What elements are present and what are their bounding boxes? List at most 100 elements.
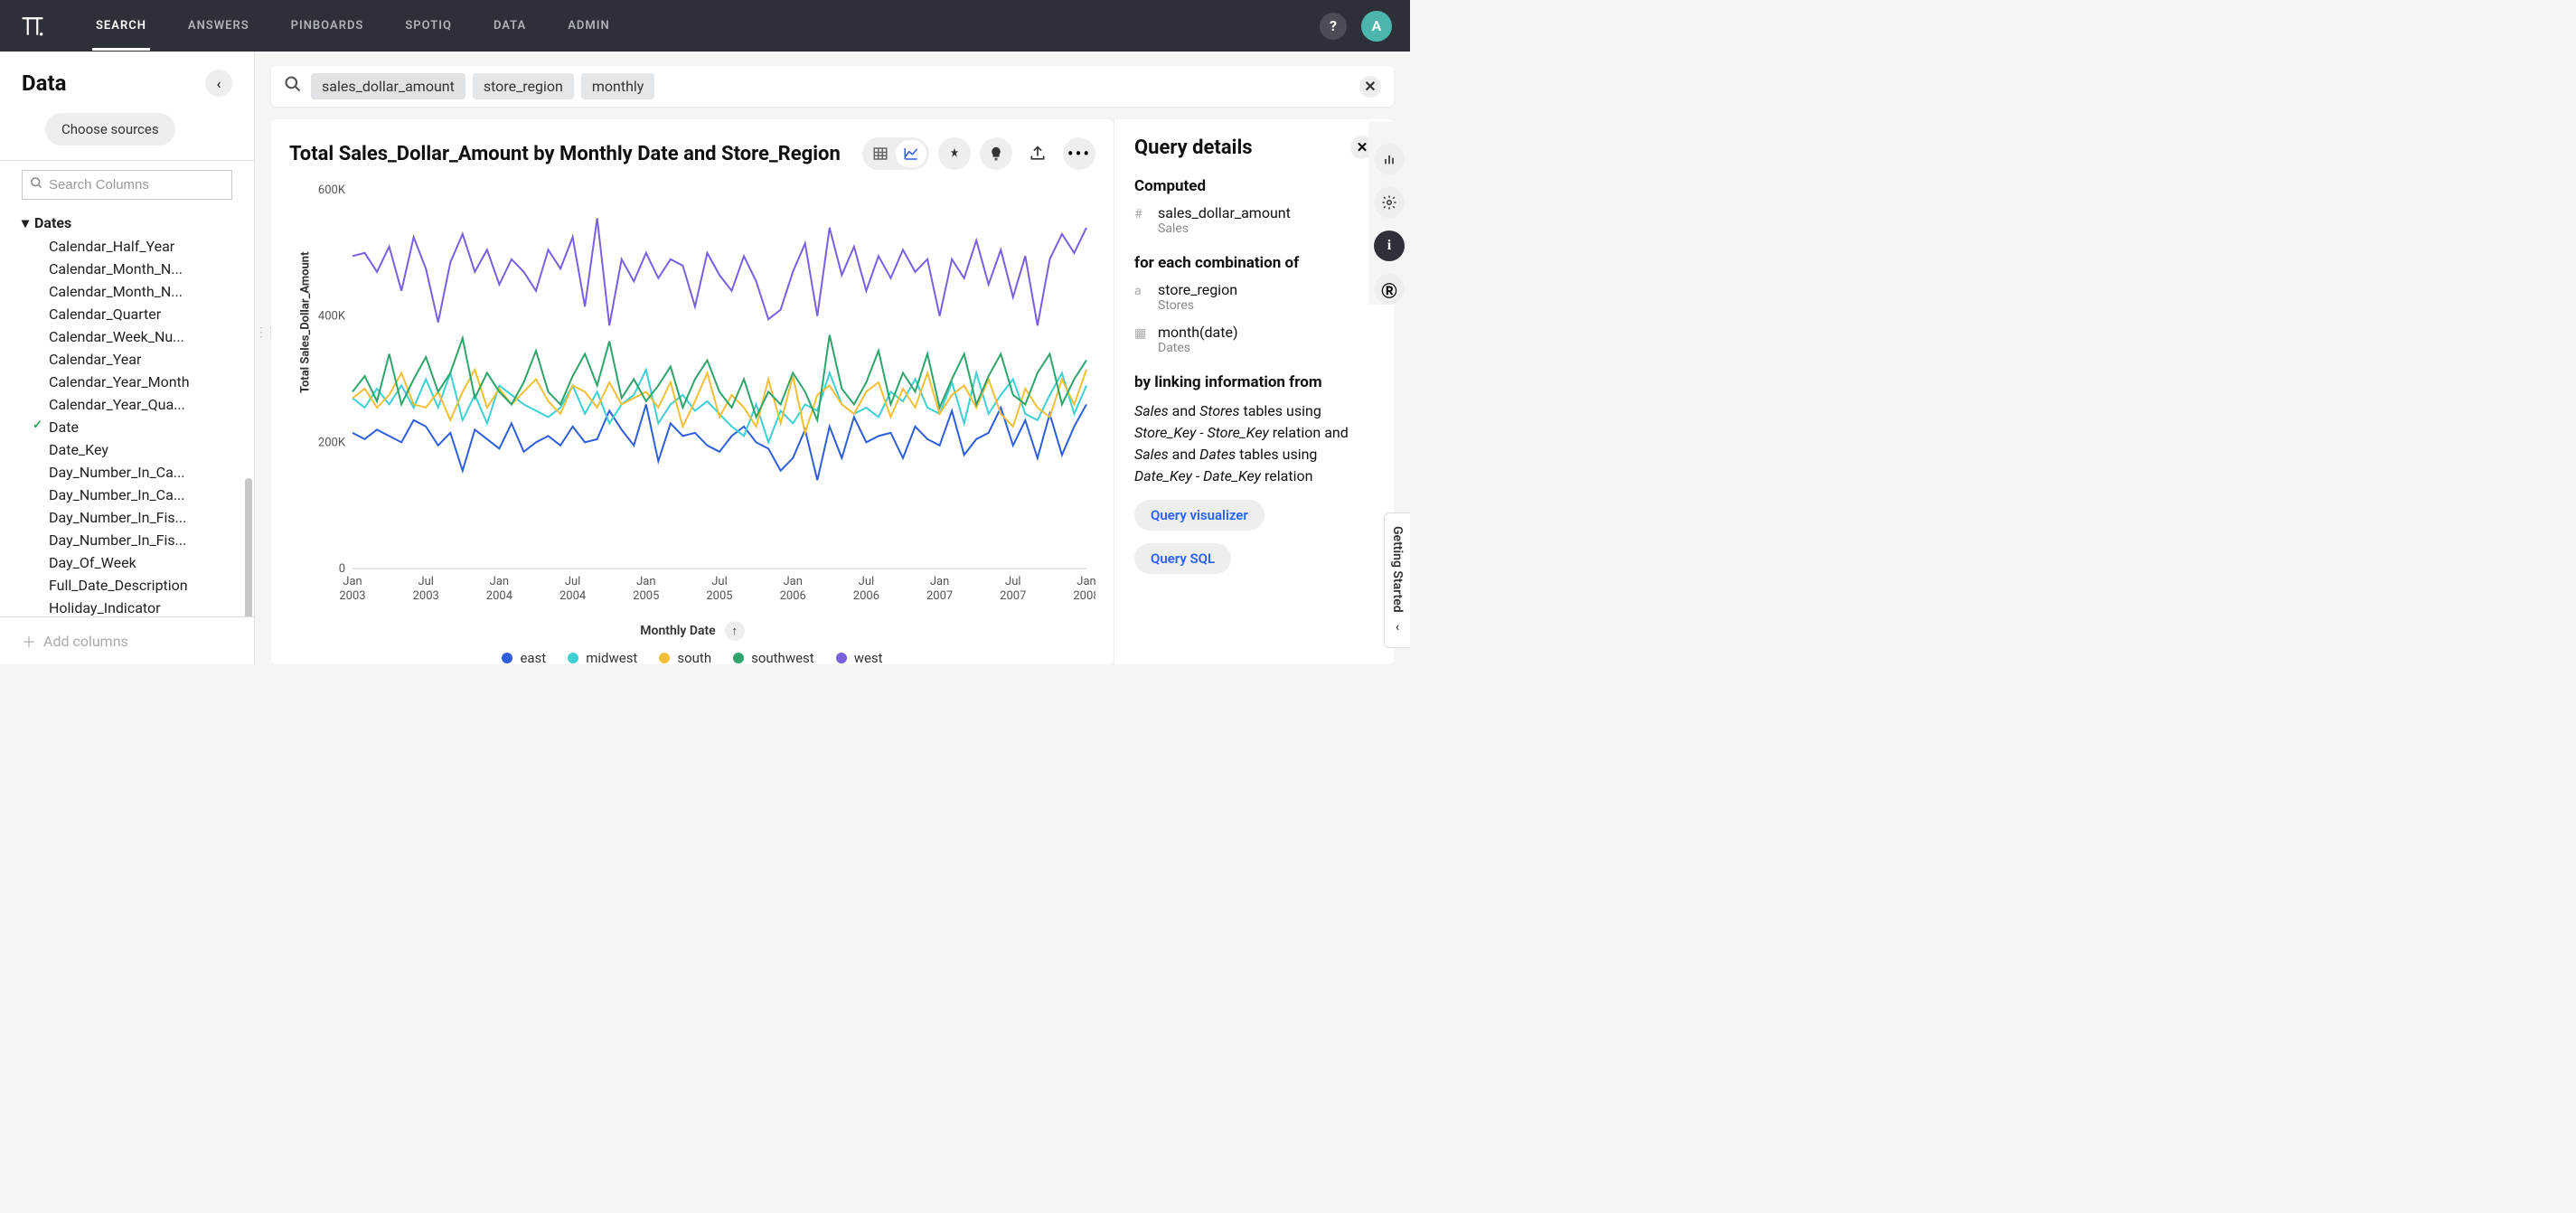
help-button[interactable]: ? (1320, 13, 1347, 40)
scrollbar-thumb[interactable] (245, 478, 252, 616)
legend-label: midwest (586, 650, 637, 664)
nav-tab-pinboards[interactable]: PINBOARDS (287, 1, 368, 51)
svg-text:2007: 2007 (926, 589, 953, 603)
svg-text:2003: 2003 (339, 589, 365, 603)
search-pill[interactable]: store_region (473, 73, 574, 99)
column-item[interactable]: Calendar_Month_N... (22, 258, 245, 280)
svg-text:Jul: Jul (859, 575, 875, 588)
legend-item[interactable]: midwest (568, 650, 637, 664)
foreach-name: month(date) (1158, 324, 1238, 341)
svg-text:Jan: Jan (343, 575, 362, 588)
share-button[interactable] (1021, 137, 1054, 170)
legend-label: east (520, 650, 546, 664)
tree-group-dates[interactable]: ▾ Dates (22, 211, 245, 235)
collapse-panel-button[interactable]: ‹ (205, 70, 232, 97)
column-item[interactable]: Day_Number_In_Ca... (22, 461, 245, 484)
linking-label: by linking information from (1134, 373, 1374, 391)
column-tree: ▾ Dates Calendar_Half_YearCalendar_Month… (0, 207, 254, 616)
rail-settings-button[interactable] (1374, 187, 1405, 218)
chart-legend: east midwest south southwest west (289, 646, 1095, 664)
table-view-button[interactable] (865, 140, 896, 167)
legend-dot-icon (836, 653, 847, 663)
legend-label: southwest (751, 650, 814, 664)
search-bar[interactable]: sales_dollar_amount store_region monthly ✕ (271, 66, 1394, 107)
search-pill[interactable]: sales_dollar_amount (311, 73, 465, 99)
column-item[interactable]: Calendar_Week_Nu... (22, 325, 245, 348)
foreach-sub: Dates (1158, 341, 1238, 355)
column-item[interactable]: Calendar_Year_Qua... (22, 393, 245, 416)
close-icon: ✕ (1364, 78, 1376, 95)
pin-icon (947, 146, 962, 161)
more-actions-button[interactable]: ••• (1063, 137, 1095, 170)
column-item[interactable]: Date_Key (22, 438, 245, 461)
r-icon: Ⓡ (1382, 278, 1397, 301)
computed-label: Computed (1134, 177, 1374, 195)
plus-icon: ＋ (22, 630, 36, 652)
clear-search-button[interactable]: ✕ (1359, 76, 1381, 98)
foreach-sub: Stores (1158, 298, 1237, 313)
svg-text:2004: 2004 (559, 589, 587, 603)
tree-group-label: Dates (34, 214, 71, 231)
svg-text:2005: 2005 (706, 589, 732, 603)
column-item[interactable]: Calendar_Month_N... (22, 280, 245, 303)
chart-view-button[interactable] (896, 140, 926, 167)
column-item[interactable]: Full_Date_Description (22, 574, 245, 597)
computed-name: sales_dollar_amount (1158, 204, 1291, 221)
lightbulb-icon (988, 146, 1004, 162)
column-item[interactable]: Day_Number_In_Ca... (22, 484, 245, 506)
user-avatar[interactable]: A (1361, 11, 1392, 42)
divider (0, 160, 254, 161)
column-item[interactable]: Holiday_Indicator (22, 597, 245, 616)
legend-item[interactable]: southwest (733, 650, 814, 664)
svg-text:Jan: Jan (783, 575, 802, 588)
chart-card: Total Sales_Dollar_Amount by Monthly Dat… (271, 119, 1114, 664)
legend-dot-icon (568, 653, 578, 663)
search-columns-input[interactable] (49, 177, 229, 193)
legend-item[interactable]: west (836, 650, 883, 664)
number-icon: # (1134, 207, 1149, 221)
y-axis-label: Total Sales_Dollar_Amount (299, 251, 313, 392)
query-visualizer-button[interactable]: Query visualizer (1134, 500, 1264, 531)
legend-item[interactable]: south (659, 650, 711, 664)
column-item[interactable]: Day_Number_In_Fis... (22, 529, 245, 551)
sort-axis-button[interactable]: ↑ (725, 621, 745, 641)
nav-tab-search[interactable]: SEARCH (92, 1, 150, 51)
table-icon (872, 146, 888, 162)
nav-tab-data[interactable]: DATA (490, 1, 530, 51)
logo-icon (20, 14, 45, 39)
column-item[interactable]: Day_Of_Week (22, 551, 245, 574)
data-panel-title: Data (22, 71, 66, 96)
foreach-item: ▦month(date)Dates (1134, 324, 1374, 355)
arrow-up-icon: ↑ (731, 624, 738, 638)
getting-started-tab[interactable]: Getting Started ‹ (1384, 512, 1410, 648)
column-item[interactable]: Calendar_Half_Year (22, 235, 245, 258)
svg-text:200K: 200K (318, 436, 346, 449)
column-item[interactable]: Date (22, 416, 245, 438)
nav-tab-answers[interactable]: ANSWERS (184, 1, 253, 51)
nav-tab-spotiq[interactable]: SPOTIQ (401, 1, 456, 51)
column-item[interactable]: Calendar_Quarter (22, 303, 245, 325)
add-columns-button[interactable]: ＋ Add columns (0, 616, 254, 664)
choose-sources-button[interactable]: Choose sources (45, 113, 175, 146)
column-item[interactable]: Calendar_Year (22, 348, 245, 371)
legend-item[interactable]: east (502, 650, 546, 664)
rail-info-button[interactable]: i (1374, 230, 1405, 261)
column-item[interactable]: Calendar_Year_Month (22, 371, 245, 393)
svg-text:Jul: Jul (565, 575, 581, 588)
right-rail: i Ⓡ (1368, 122, 1410, 305)
top-nav: SEARCHANSWERSPINBOARDSSPOTIQDATAADMIN ? … (0, 0, 1410, 52)
rail-r-button[interactable]: Ⓡ (1374, 274, 1405, 305)
column-item[interactable]: Day_Number_In_Fis... (22, 506, 245, 529)
rail-chart-button[interactable] (1374, 144, 1405, 174)
search-pill[interactable]: monthly (581, 73, 655, 99)
insights-button[interactable] (980, 137, 1012, 170)
search-columns-field[interactable] (22, 170, 232, 200)
svg-text:0: 0 (339, 562, 345, 576)
query-sql-button[interactable]: Query SQL (1134, 543, 1231, 574)
nav-tab-admin[interactable]: ADMIN (564, 1, 613, 51)
pin-button[interactable] (938, 137, 971, 170)
chevron-left-icon: ‹ (1396, 620, 1399, 635)
app-logo[interactable] (18, 12, 47, 41)
chart-plot-area[interactable]: Total Sales_Dollar_Amount 0200K400K600KJ… (289, 170, 1095, 616)
svg-text:2006: 2006 (853, 589, 879, 603)
